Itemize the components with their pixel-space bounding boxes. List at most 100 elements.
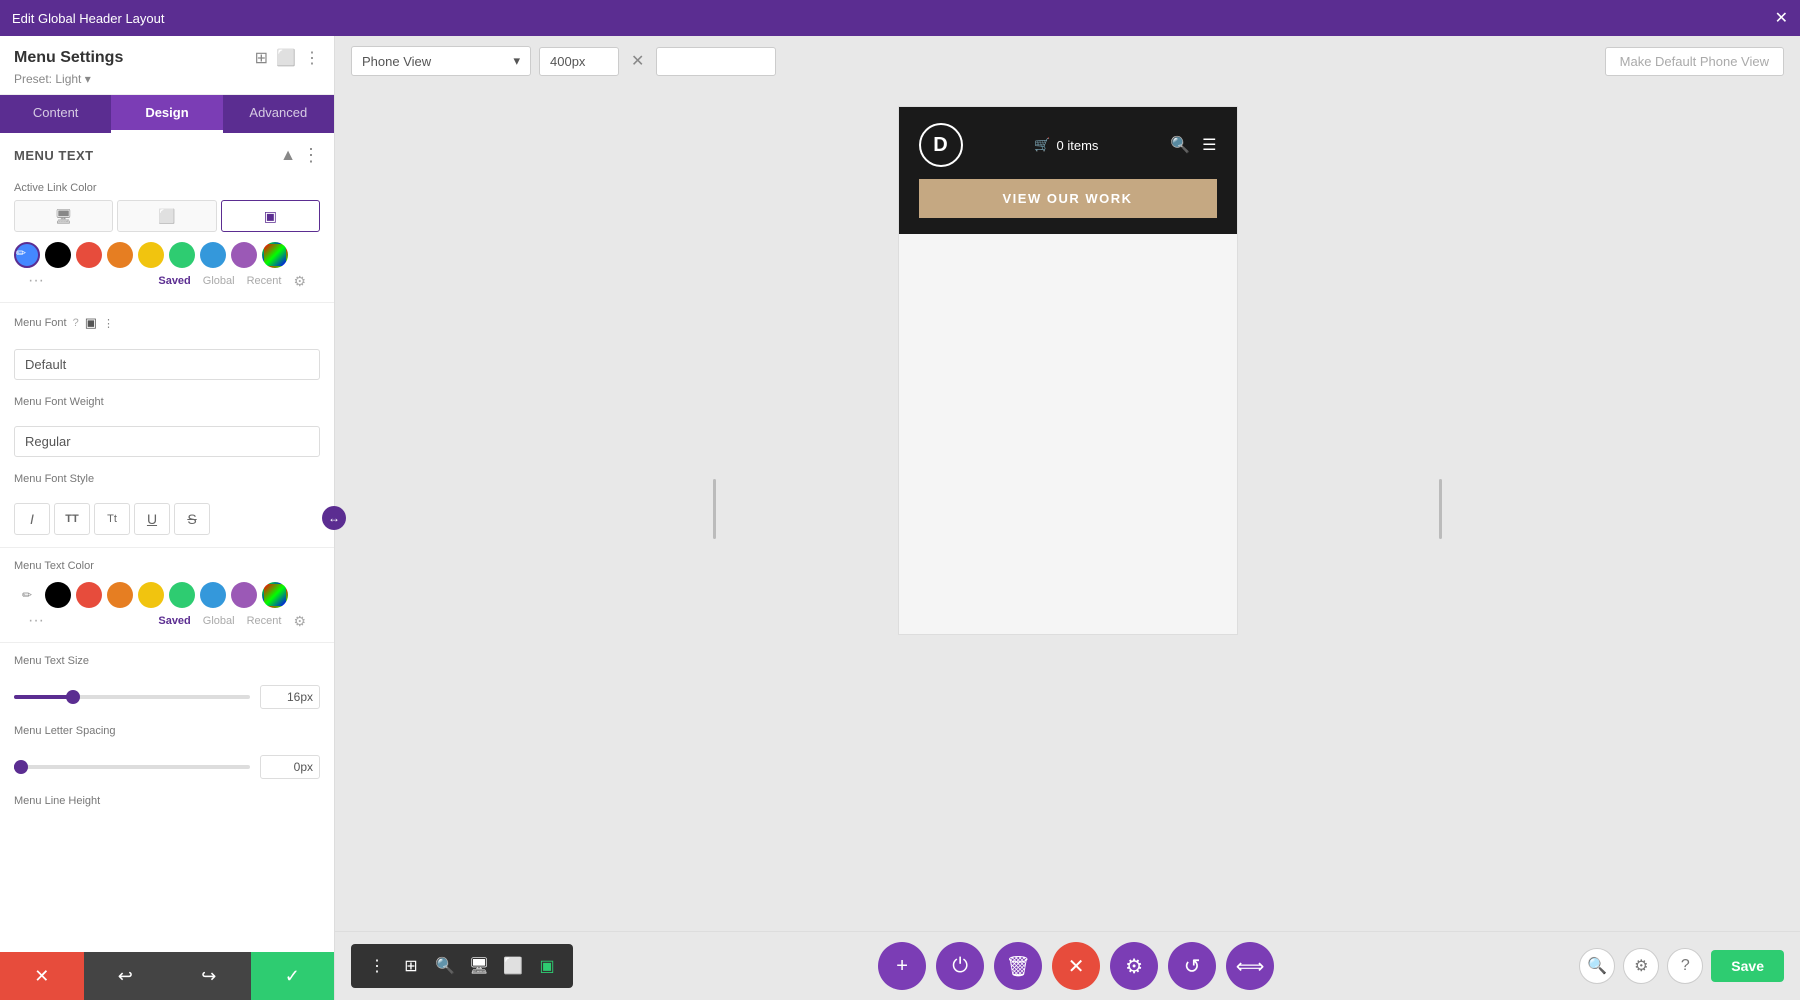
text-color-purple[interactable] bbox=[231, 582, 257, 608]
preview-cart: 🛒 0 items bbox=[1034, 137, 1098, 153]
section-menu-icon[interactable]: ⋮ bbox=[302, 145, 320, 166]
right-help-btn[interactable]: ? bbox=[1667, 948, 1703, 984]
tool-search-btn[interactable]: 🔍 bbox=[429, 950, 461, 982]
color-purple[interactable] bbox=[231, 242, 257, 268]
menu-text-size-thumb[interactable] bbox=[66, 690, 80, 704]
width-input[interactable] bbox=[539, 47, 619, 76]
menu-font-weight-select[interactable]: Regular bbox=[14, 426, 320, 457]
cart-count: 0 items bbox=[1057, 138, 1099, 153]
underline-btn[interactable]: U bbox=[134, 503, 170, 535]
text-color-red[interactable] bbox=[76, 582, 102, 608]
delete-btn[interactable]: 🗑 bbox=[994, 942, 1042, 990]
settings-btn[interactable]: ⚙ bbox=[1110, 942, 1158, 990]
swatch-settings-icon[interactable]: ⚙ bbox=[293, 273, 306, 290]
panel-header: Menu Settings ⊞ ⬜ ⋮ Preset: Light ▾ bbox=[0, 36, 334, 95]
main-layout: Menu Settings ⊞ ⬜ ⋮ Preset: Light ▾ Cont… bbox=[0, 36, 1800, 1000]
tool-menu-btn[interactable]: ⋮ bbox=[361, 950, 393, 982]
view-select-wrapper[interactable]: Phone View ▾ bbox=[351, 46, 531, 76]
global-label[interactable]: Global bbox=[203, 275, 235, 287]
cancel-button[interactable]: ✕ bbox=[0, 952, 84, 1000]
save-button[interactable]: Save bbox=[1711, 950, 1784, 982]
power-btn[interactable]: ⏻ bbox=[936, 942, 984, 990]
capitalize-btn[interactable]: Tt bbox=[94, 503, 130, 535]
tab-advanced[interactable]: Advanced bbox=[223, 95, 334, 133]
make-default-button[interactable]: Make Default Phone View bbox=[1605, 47, 1784, 76]
device-desktop[interactable]: 🖥 bbox=[14, 200, 113, 232]
recent-label[interactable]: Recent bbox=[247, 275, 282, 287]
eyedropper-icon: ✏ bbox=[16, 246, 26, 260]
width-clear-icon[interactable]: ✕ bbox=[627, 47, 648, 75]
panel-subtitle: Preset: Light ▾ bbox=[14, 72, 320, 86]
text-color-black[interactable] bbox=[45, 582, 71, 608]
close-icon[interactable]: ✕ bbox=[1775, 8, 1788, 28]
right-settings-btn[interactable]: ⚙ bbox=[1623, 948, 1659, 984]
section-toggle-icon[interactable]: ▲ bbox=[280, 147, 296, 165]
strikethrough-btn[interactable]: S bbox=[174, 503, 210, 535]
top-bar: Edit Global Header Layout ✕ bbox=[0, 0, 1800, 36]
menu-text-size-track[interactable] bbox=[14, 695, 250, 699]
text-swatch-settings-icon[interactable]: ⚙ bbox=[293, 613, 306, 630]
tool-desktop-btn[interactable]: 🖥 bbox=[463, 950, 495, 982]
left-panel: Menu Settings ⊞ ⬜ ⋮ Preset: Light ▾ Cont… bbox=[0, 36, 335, 1000]
text-recent-label[interactable]: Recent bbox=[247, 615, 282, 627]
history-btn[interactable]: ↺ bbox=[1168, 942, 1216, 990]
font-more-icon[interactable]: ⋮ bbox=[103, 317, 114, 330]
tool-phone-btn[interactable]: ▣ bbox=[531, 950, 563, 982]
preview-handle-left[interactable] bbox=[713, 479, 716, 539]
panel-icon-layout[interactable]: ⬜ bbox=[276, 48, 296, 68]
text-color-green[interactable] bbox=[169, 582, 195, 608]
saved-label[interactable]: Saved bbox=[158, 275, 190, 287]
preview-cta-button[interactable]: VIEW OUR WORK bbox=[919, 179, 1217, 218]
panel-icon-more[interactable]: ⋮ bbox=[304, 48, 320, 68]
panel-icon-grid[interactable]: ⊞ bbox=[255, 48, 268, 68]
help-icon[interactable]: ? bbox=[73, 317, 79, 329]
resize-handle[interactable]: ↔ bbox=[322, 506, 346, 530]
color-orange[interactable] bbox=[107, 242, 133, 268]
divider-3 bbox=[0, 642, 334, 643]
transform-btn[interactable]: ⟺ bbox=[1226, 942, 1274, 990]
bottom-center-tools: + ⏻ 🗑 ✕ ⚙ ↺ ⟺ bbox=[878, 942, 1274, 990]
text-global-label[interactable]: Global bbox=[203, 615, 235, 627]
add-btn[interactable]: + bbox=[878, 942, 926, 990]
italic-btn[interactable]: I bbox=[14, 503, 50, 535]
view-select[interactable]: Phone View bbox=[362, 54, 505, 69]
color-red[interactable] bbox=[76, 242, 102, 268]
text-color-orange[interactable] bbox=[107, 582, 133, 608]
color-custom[interactable] bbox=[262, 242, 288, 268]
tab-design[interactable]: Design bbox=[111, 95, 222, 133]
menu-font-select[interactable]: Default bbox=[14, 349, 320, 380]
close-btn[interactable]: ✕ bbox=[1052, 942, 1100, 990]
color-green[interactable] bbox=[169, 242, 195, 268]
confirm-button[interactable]: ✓ bbox=[251, 952, 335, 1000]
tool-grid-btn[interactable]: ⊞ bbox=[395, 950, 427, 982]
menu-letter-spacing-track[interactable] bbox=[14, 765, 250, 769]
right-search-btn[interactable]: 🔍 bbox=[1579, 948, 1615, 984]
undo-button[interactable]: ↩ bbox=[84, 952, 168, 1000]
menu-font-style-row: Menu Font Style bbox=[0, 465, 334, 499]
tool-tablet-btn[interactable]: ⬜ bbox=[497, 950, 529, 982]
color-blue[interactable] bbox=[200, 242, 226, 268]
preview-logo: D bbox=[919, 123, 963, 167]
text-color-eyedropper[interactable]: ✏ bbox=[14, 582, 40, 608]
extra-input[interactable] bbox=[656, 47, 776, 76]
menu-letter-spacing-thumb[interactable] bbox=[14, 760, 28, 774]
swatch-dots[interactable]: ··· bbox=[28, 272, 44, 290]
uppercase-btn[interactable]: TT bbox=[54, 503, 90, 535]
color-yellow[interactable] bbox=[138, 242, 164, 268]
text-color-custom[interactable] bbox=[262, 582, 288, 608]
color-black[interactable] bbox=[45, 242, 71, 268]
text-saved-label[interactable]: Saved bbox=[158, 615, 190, 627]
eyedropper-swatch[interactable]: ✏ bbox=[14, 242, 40, 268]
menu-letter-spacing-input[interactable]: 0px bbox=[260, 755, 320, 779]
redo-button[interactable]: ↪ bbox=[167, 952, 251, 1000]
font-device-icon[interactable]: ▣ bbox=[85, 315, 97, 331]
preview-handle-right[interactable] bbox=[1439, 479, 1442, 539]
cart-icon: 🛒 bbox=[1034, 137, 1050, 153]
device-phone[interactable]: ▣ bbox=[221, 200, 320, 232]
menu-text-size-input[interactable]: 16px bbox=[260, 685, 320, 709]
device-tablet[interactable]: ⬜ bbox=[117, 200, 216, 232]
text-color-blue[interactable] bbox=[200, 582, 226, 608]
text-color-yellow[interactable] bbox=[138, 582, 164, 608]
text-swatch-dots[interactable]: ··· bbox=[28, 612, 44, 630]
tab-content[interactable]: Content bbox=[0, 95, 111, 133]
